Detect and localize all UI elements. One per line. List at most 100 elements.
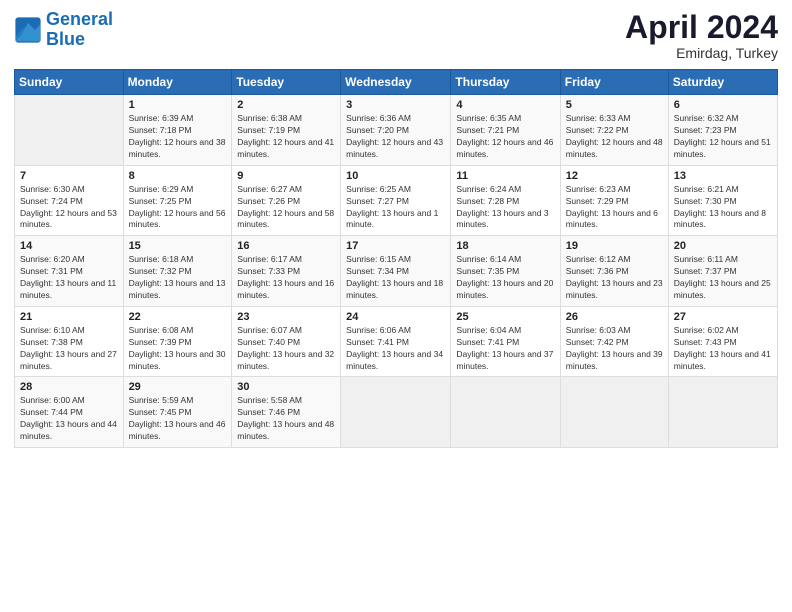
day-info: Sunrise: 6:11 AMSunset: 7:37 PMDaylight:… xyxy=(674,254,772,302)
day-number: 29 xyxy=(129,381,227,393)
logo-line1: General xyxy=(46,9,113,29)
day-number: 24 xyxy=(346,311,445,323)
day-number: 15 xyxy=(129,240,227,252)
day-info: Sunrise: 6:03 AMSunset: 7:42 PMDaylight:… xyxy=(566,325,663,373)
calendar-cell: 18 Sunrise: 6:14 AMSunset: 7:35 PMDayligh… xyxy=(451,236,560,307)
day-number: 4 xyxy=(456,99,554,111)
calendar-cell: 12Sunrise: 6:23 AMSunset: 7:29 PMDayligh… xyxy=(560,165,668,236)
calendar-body: 1 Sunrise: 6:39 AMSunset: 7:18 PMDaylight… xyxy=(15,95,778,448)
calendar-cell: 8 Sunrise: 6:29 AMSunset: 7:25 PMDaylight… xyxy=(123,165,232,236)
day-number: 26 xyxy=(566,311,663,323)
calendar-cell: 13Sunrise: 6:21 AMSunset: 7:30 PMDayligh… xyxy=(668,165,777,236)
day-number: 2 xyxy=(237,99,335,111)
day-number: 16 xyxy=(237,240,335,252)
day-number: 5 xyxy=(566,99,663,111)
day-info: Sunrise: 6:00 AMSunset: 7:44 PMDaylight:… xyxy=(20,395,118,443)
day-number: 18 xyxy=(456,240,554,252)
calendar-cell: 21 Sunrise: 6:10 AMSunset: 7:38 PMDayligh… xyxy=(15,306,124,377)
calendar-cell: 23 Sunrise: 6:07 AMSunset: 7:40 PMDayligh… xyxy=(232,306,341,377)
day-number: 25 xyxy=(456,311,554,323)
day-info: Sunrise: 5:59 AMSunset: 7:45 PMDaylight:… xyxy=(129,395,227,443)
day-info: Sunrise: 6:12 AMSunset: 7:36 PMDaylight:… xyxy=(566,254,663,302)
calendar-cell: 28 Sunrise: 6:00 AMSunset: 7:44 PMDayligh… xyxy=(15,377,124,448)
calendar-cell: 17Sunrise: 6:15 AMSunset: 7:34 PMDayligh… xyxy=(341,236,451,307)
day-number: 27 xyxy=(674,311,772,323)
calendar-cell xyxy=(341,377,451,448)
day-info: Sunrise: 6:29 AMSunset: 7:25 PMDaylight:… xyxy=(129,184,227,232)
day-info: Sunrise: 6:14 AMSunset: 7:35 PMDaylight:… xyxy=(456,254,554,302)
day-info: Sunrise: 6:25 AMSunset: 7:27 PMDaylight:… xyxy=(346,184,445,232)
calendar-cell: 7 Sunrise: 6:30 AMSunset: 7:24 PMDaylight… xyxy=(15,165,124,236)
day-number: 1 xyxy=(129,99,227,111)
day-info: Sunrise: 6:08 AMSunset: 7:39 PMDaylight:… xyxy=(129,325,227,373)
logo-icon xyxy=(14,16,42,44)
title-block: April 2024 Emirdag, Turkey xyxy=(625,10,778,61)
day-number: 9 xyxy=(237,170,335,182)
calendar-cell: 27 Sunrise: 6:02 AMSunset: 7:43 PMDayligh… xyxy=(668,306,777,377)
logo-text: General Blue xyxy=(46,10,113,50)
calendar-week-1: 7 Sunrise: 6:30 AMSunset: 7:24 PMDaylight… xyxy=(15,165,778,236)
calendar-cell: 24 Sunrise: 6:06 AMSunset: 7:41 PMDayligh… xyxy=(341,306,451,377)
day-info: Sunrise: 6:32 AMSunset: 7:23 PMDaylight:… xyxy=(674,113,772,161)
header-wednesday: Wednesday xyxy=(341,70,451,95)
day-number: 21 xyxy=(20,311,118,323)
day-number: 12 xyxy=(566,170,663,182)
day-number: 30 xyxy=(237,381,335,393)
day-info: Sunrise: 6:30 AMSunset: 7:24 PMDaylight:… xyxy=(20,184,118,232)
day-info: Sunrise: 6:02 AMSunset: 7:43 PMDaylight:… xyxy=(674,325,772,373)
header-friday: Friday xyxy=(560,70,668,95)
day-info: Sunrise: 6:33 AMSunset: 7:22 PMDaylight:… xyxy=(566,113,663,161)
calendar-cell: 26 Sunrise: 6:03 AMSunset: 7:42 PMDayligh… xyxy=(560,306,668,377)
calendar-header: Sunday Monday Tuesday Wednesday Thursday… xyxy=(15,70,778,95)
day-number: 3 xyxy=(346,99,445,111)
calendar-cell: 29 Sunrise: 5:59 AMSunset: 7:45 PMDayligh… xyxy=(123,377,232,448)
header-sunday: Sunday xyxy=(15,70,124,95)
calendar-cell: 19 Sunrise: 6:12 AMSunset: 7:36 PMDayligh… xyxy=(560,236,668,307)
day-number: 23 xyxy=(237,311,335,323)
day-info: Sunrise: 6:20 AMSunset: 7:31 PMDaylight:… xyxy=(20,254,118,302)
header-thursday: Thursday xyxy=(451,70,560,95)
calendar-week-0: 1 Sunrise: 6:39 AMSunset: 7:18 PMDaylight… xyxy=(15,95,778,166)
logo-line2: Blue xyxy=(46,29,85,49)
calendar-cell: 15 Sunrise: 6:18 AMSunset: 7:32 PMDayligh… xyxy=(123,236,232,307)
header-saturday: Saturday xyxy=(668,70,777,95)
calendar-cell xyxy=(451,377,560,448)
day-number: 6 xyxy=(674,99,772,111)
calendar-cell: 9Sunrise: 6:27 AMSunset: 7:26 PMDaylight… xyxy=(232,165,341,236)
day-info: Sunrise: 6:10 AMSunset: 7:38 PMDaylight:… xyxy=(20,325,118,373)
day-number: 22 xyxy=(129,311,227,323)
day-info: Sunrise: 6:07 AMSunset: 7:40 PMDaylight:… xyxy=(237,325,335,373)
calendar-cell: 16 Sunrise: 6:17 AMSunset: 7:33 PMDayligh… xyxy=(232,236,341,307)
day-info: Sunrise: 6:36 AMSunset: 7:20 PMDaylight:… xyxy=(346,113,445,161)
calendar-cell: 4 Sunrise: 6:35 AMSunset: 7:21 PMDaylight… xyxy=(451,95,560,166)
day-info: Sunrise: 6:39 AMSunset: 7:18 PMDaylight:… xyxy=(129,113,227,161)
day-number: 19 xyxy=(566,240,663,252)
day-number: 8 xyxy=(129,170,227,182)
header-row: Sunday Monday Tuesday Wednesday Thursday… xyxy=(15,70,778,95)
page-container: General Blue April 2024 Emirdag, Turkey … xyxy=(0,0,792,458)
calendar-cell: 14 Sunrise: 6:20 AMSunset: 7:31 PMDayligh… xyxy=(15,236,124,307)
day-info: Sunrise: 6:04 AMSunset: 7:41 PMDaylight:… xyxy=(456,325,554,373)
day-info: Sunrise: 6:38 AMSunset: 7:19 PMDaylight:… xyxy=(237,113,335,161)
header: General Blue April 2024 Emirdag, Turkey xyxy=(14,10,778,61)
calendar-cell: 20Sunrise: 6:11 AMSunset: 7:37 PMDayligh… xyxy=(668,236,777,307)
calendar-cell xyxy=(15,95,124,166)
day-info: Sunrise: 6:35 AMSunset: 7:21 PMDaylight:… xyxy=(456,113,554,161)
day-number: 10 xyxy=(346,170,445,182)
day-info: Sunrise: 6:17 AMSunset: 7:33 PMDaylight:… xyxy=(237,254,335,302)
day-info: Sunrise: 6:18 AMSunset: 7:32 PMDaylight:… xyxy=(129,254,227,302)
calendar-cell: 6 Sunrise: 6:32 AMSunset: 7:23 PMDaylight… xyxy=(668,95,777,166)
day-number: 13 xyxy=(674,170,772,182)
header-monday: Monday xyxy=(123,70,232,95)
calendar-cell: 25 Sunrise: 6:04 AMSunset: 7:41 PMDayligh… xyxy=(451,306,560,377)
day-info: Sunrise: 6:06 AMSunset: 7:41 PMDaylight:… xyxy=(346,325,445,373)
calendar-cell: 1 Sunrise: 6:39 AMSunset: 7:18 PMDaylight… xyxy=(123,95,232,166)
day-number: 7 xyxy=(20,170,118,182)
calendar-cell: 3 Sunrise: 6:36 AMSunset: 7:20 PMDaylight… xyxy=(341,95,451,166)
day-info: Sunrise: 5:58 AMSunset: 7:46 PMDaylight:… xyxy=(237,395,335,443)
day-number: 28 xyxy=(20,381,118,393)
calendar-cell xyxy=(560,377,668,448)
day-info: Sunrise: 6:15 AMSunset: 7:34 PMDaylight:… xyxy=(346,254,445,302)
day-number: 14 xyxy=(20,240,118,252)
logo: General Blue xyxy=(14,10,113,50)
